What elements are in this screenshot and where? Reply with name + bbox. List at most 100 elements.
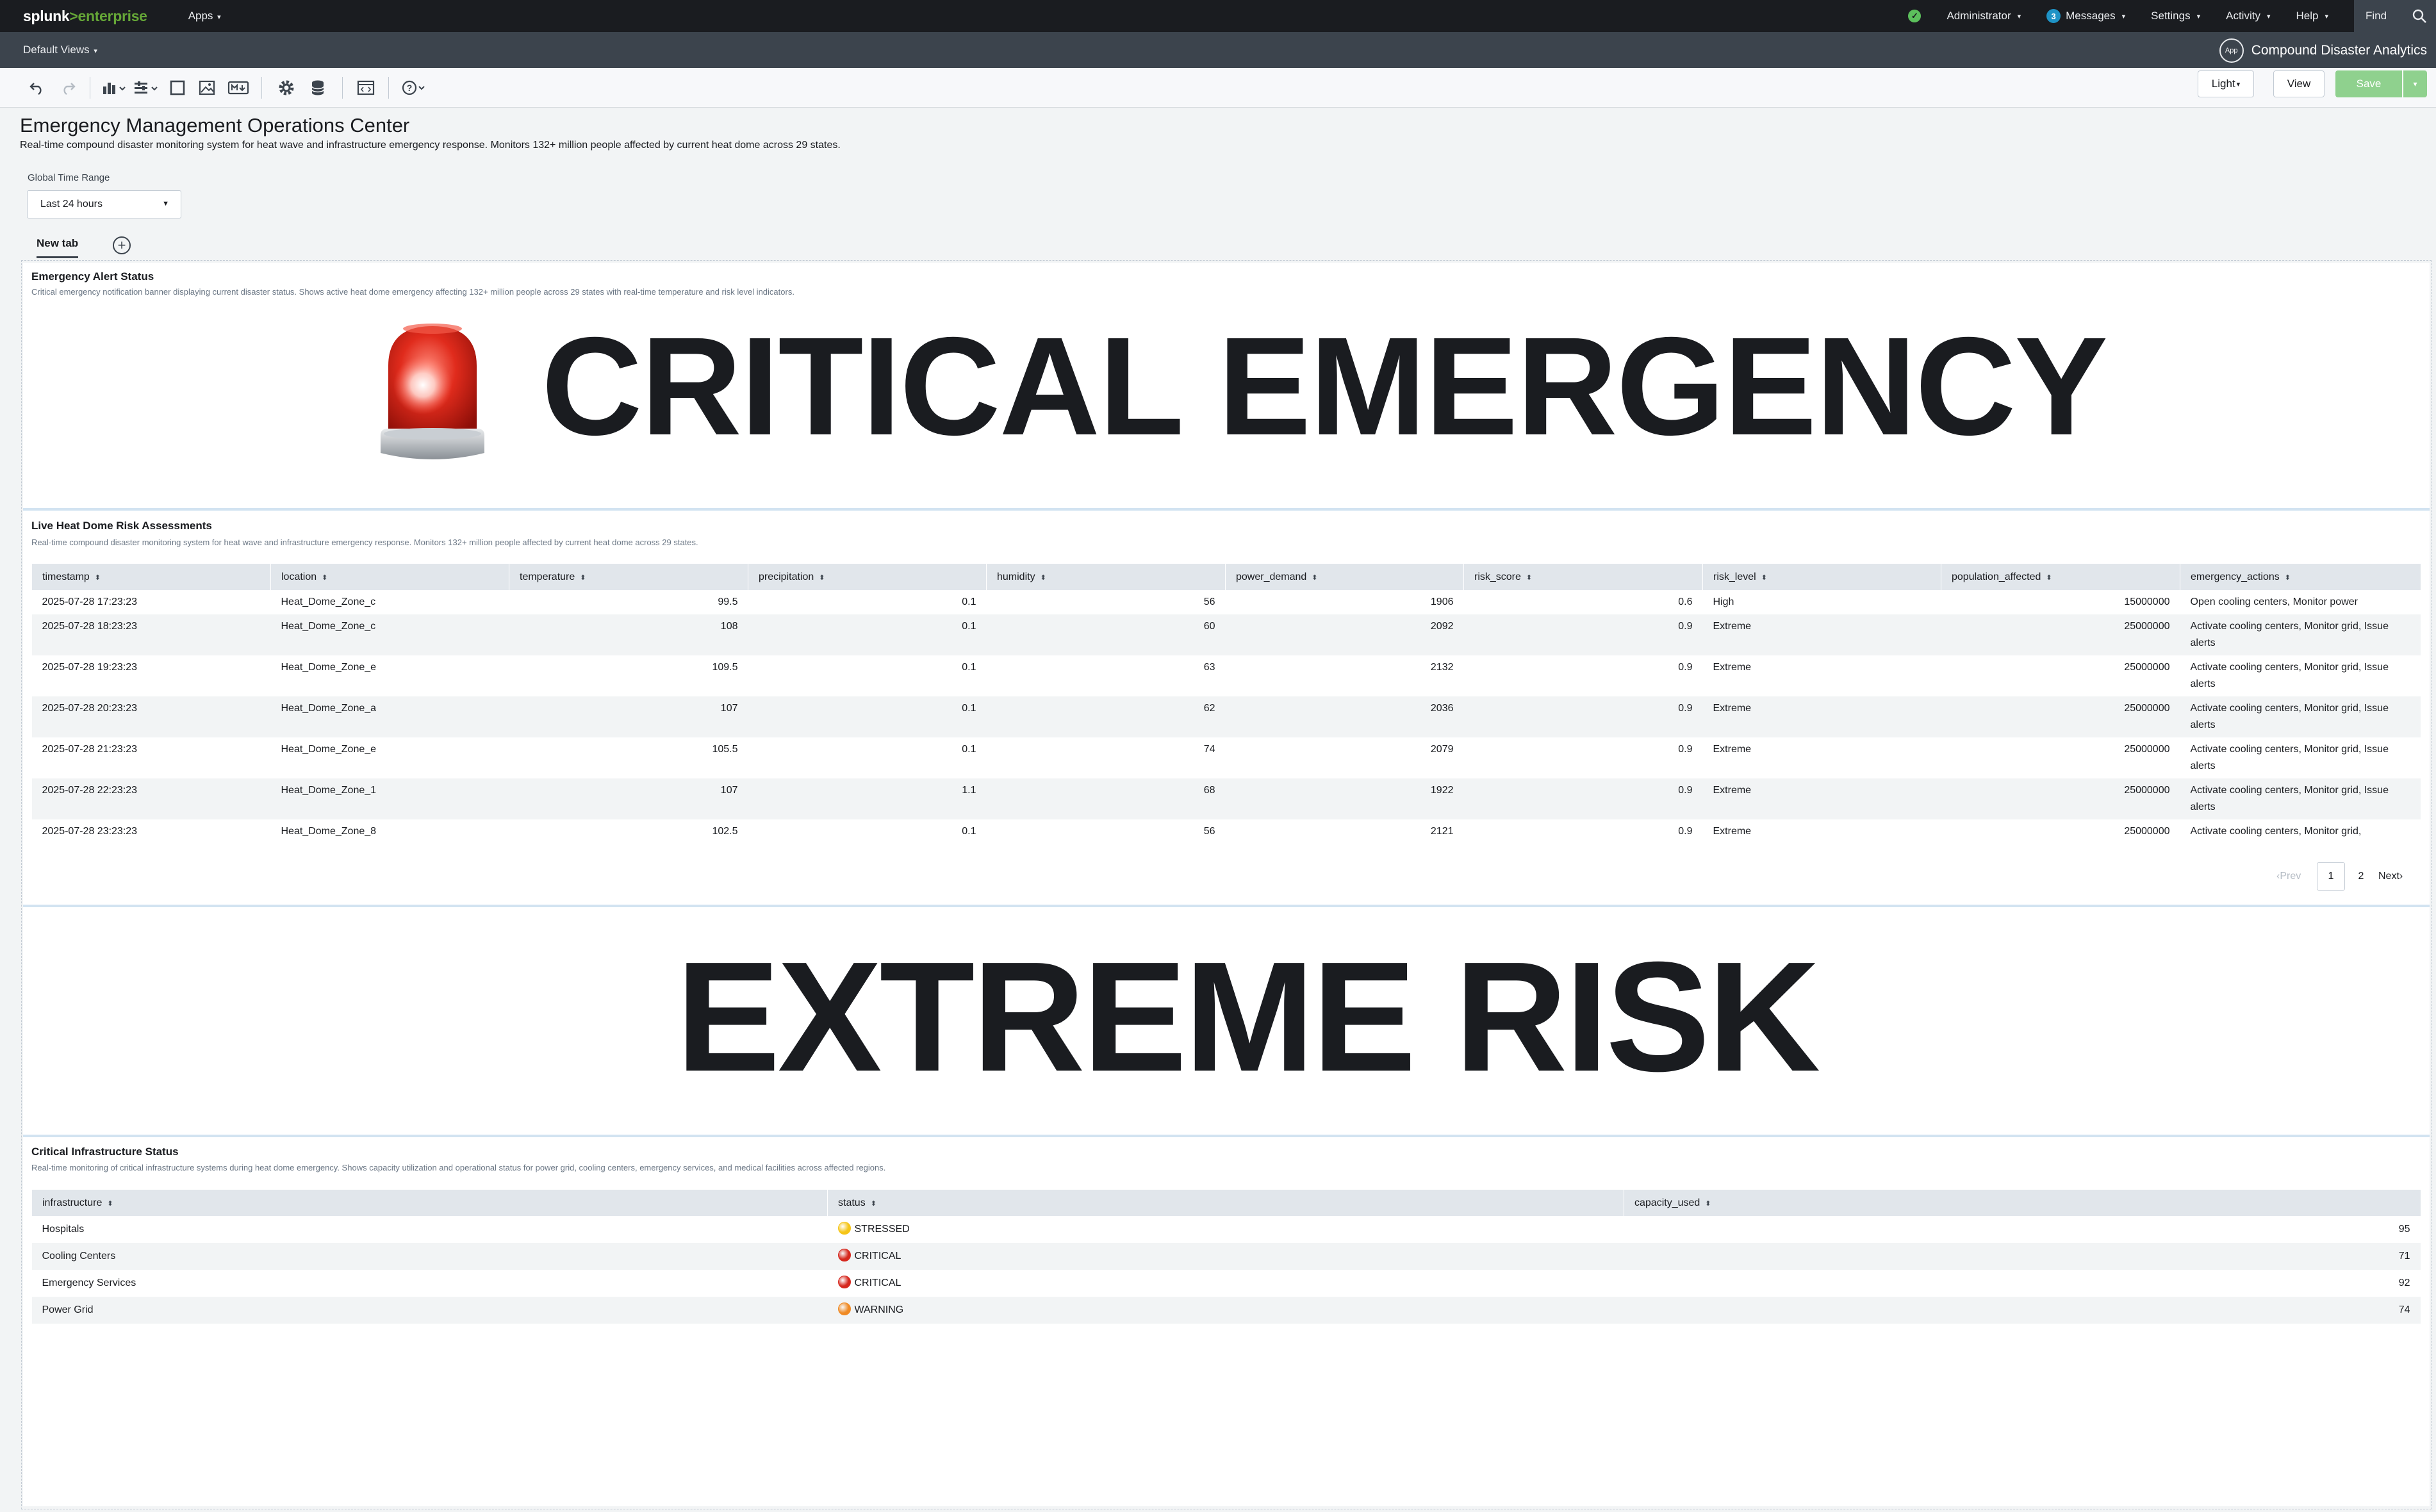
svg-text:?: ? <box>407 83 413 93</box>
column-header-power-demand[interactable]: power_demand ⬍ <box>1225 564 1464 590</box>
table-row[interactable]: Hospitals STRESSED 95 <box>32 1216 2421 1243</box>
save-options-dropdown[interactable]: ▾ <box>2403 70 2427 97</box>
search-icon[interactable] <box>2412 8 2427 24</box>
default-views-menu[interactable]: Default Views ▾ <box>23 44 97 56</box>
chevron-down-icon: ▾ <box>217 13 221 21</box>
chevron-down-icon: ▾ <box>2236 80 2241 88</box>
cell-risk-level: Extreme <box>1702 614 1941 655</box>
administrator-menu[interactable]: Administrator ▾ <box>1946 10 2021 22</box>
sort-icon[interactable]: ⬍ <box>95 574 101 582</box>
risk-assessments-table: timestamp ⬍ location ⬍ temperature ⬍ precipita… <box>31 564 2421 844</box>
time-range-label: Global Time Range <box>28 172 110 183</box>
cell-risk-score: 0.9 <box>1678 662 1693 673</box>
cell-timestamp: 2025-07-28 18:23:23 <box>31 614 271 655</box>
sort-icon[interactable]: ⬍ <box>2046 574 2052 582</box>
cell-humidity: 68 <box>986 778 1226 819</box>
sort-icon[interactable]: ⬍ <box>107 1200 113 1208</box>
view-button[interactable]: View <box>2273 70 2325 97</box>
cell-emergency-actions: Activate cooling centers, Monitor grid, … <box>2180 614 2421 655</box>
add-chart-icon[interactable] <box>99 77 130 99</box>
splunk-logo[interactable]: splunk>enterprise <box>23 8 147 25</box>
cell-infrastructure: Emergency Services <box>42 1278 136 1288</box>
gear-icon[interactable] <box>274 77 299 99</box>
column-header-label: status <box>838 1197 866 1208</box>
apps-menu[interactable]: Apps ▾ <box>188 10 221 22</box>
table-row[interactable]: 2025-07-28 17:23:23 Heat_Dome_Zone_c 99.5 0… <box>32 590 2421 614</box>
column-header-label: location <box>281 571 317 582</box>
data-sources-icon[interactable] <box>306 77 329 99</box>
sort-icon[interactable]: ⬍ <box>322 574 327 582</box>
column-header-status[interactable]: status ⬍ <box>827 1190 1624 1216</box>
column-header-precipitation[interactable]: precipitation ⬍ <box>748 564 987 590</box>
theme-light-dropdown[interactable]: Light ▾ <box>2198 70 2254 97</box>
sort-icon[interactable]: ⬍ <box>819 574 825 582</box>
column-header-location[interactable]: location ⬍ <box>270 564 509 590</box>
cell-risk-level: High <box>1713 596 1734 607</box>
health-status[interactable]: ✓ <box>1908 10 1922 22</box>
column-header-capacity-used[interactable]: capacity_used ⬍ <box>1624 1190 2421 1216</box>
settings-menu[interactable]: Settings ▾ <box>2151 10 2200 22</box>
column-header-emergency-actions[interactable]: emergency_actions ⬍ <box>2180 564 2421 590</box>
pagination-prev[interactable]: ‹ Prev <box>2276 862 2301 891</box>
column-header-temperature[interactable]: temperature ⬍ <box>509 564 748 590</box>
add-input-icon[interactable] <box>131 77 162 99</box>
table-row[interactable]: 2025-07-28 19:23:23 Heat_Dome_Zone_e 109.5… <box>32 655 2421 696</box>
column-header-risk-level[interactable]: risk_level ⬍ <box>1702 564 1941 590</box>
cell-humidity: 56 <box>1203 596 1215 607</box>
undo-icon[interactable] <box>26 77 49 99</box>
column-header-risk-score[interactable]: risk_score ⬍ <box>1463 564 1703 590</box>
sort-icon[interactable]: ⬍ <box>1705 1200 1711 1208</box>
time-range-value: Last 24 hours <box>40 199 103 210</box>
add-panel-icon[interactable] <box>167 77 188 99</box>
column-header-timestamp[interactable]: timestamp ⬍ <box>31 564 271 590</box>
pagination-page-1[interactable]: 1 <box>2317 862 2345 891</box>
find-input[interactable]: Find <box>2354 0 2436 32</box>
table-row[interactable]: 2025-07-28 22:23:23 Heat_Dome_Zone_1 107 1.… <box>31 778 2421 819</box>
toolbar-divider <box>388 77 389 99</box>
settings-label: Settings <box>2151 10 2191 22</box>
sort-icon[interactable]: ⬍ <box>871 1200 876 1208</box>
cell-risk-level: Extreme <box>1713 744 1752 755</box>
cell-humidity: 56 <box>1203 826 1215 837</box>
source-code-icon[interactable] <box>354 77 378 99</box>
table-row[interactable]: Cooling Centers CRITICAL 71 <box>31 1243 2421 1270</box>
status-circle-icon <box>837 1302 851 1315</box>
sort-icon[interactable]: ⬍ <box>1041 574 1046 582</box>
table-row[interactable]: Power Grid WARNING 74 <box>31 1297 2421 1324</box>
add-tab-icon[interactable]: + <box>113 236 131 254</box>
pagination-next[interactable]: Next › <box>2378 862 2403 891</box>
table-row[interactable]: 2025-07-28 21:23:23 Heat_Dome_Zone_e 105.5… <box>32 737 2421 778</box>
tab-new-tab[interactable]: New tab <box>37 237 79 258</box>
add-image-icon[interactable] <box>196 77 218 99</box>
cell-population-affected: 25000000 <box>1941 778 2180 819</box>
dashboard-title: Emergency Management Operations Center <box>20 114 410 136</box>
table-row[interactable]: Emergency Services CRITICAL 92 <box>32 1270 2421 1297</box>
sort-icon[interactable]: ⬍ <box>1761 574 1767 582</box>
cell-humidity: 60 <box>986 614 1226 655</box>
column-header-population-affected[interactable]: population_affected ⬍ <box>1941 564 2180 590</box>
help-menu[interactable]: Help ▾ <box>2296 10 2329 22</box>
cell-humidity: 63 <box>1203 662 1215 673</box>
cell-temperature: 105.5 <box>712 744 738 755</box>
redo-icon[interactable] <box>56 77 79 99</box>
pagination-page-2[interactable]: 2 <box>2350 862 2372 891</box>
column-header-humidity[interactable]: humidity ⬍ <box>986 564 1226 590</box>
sort-icon[interactable]: ⬍ <box>2285 574 2291 582</box>
cell-infrastructure: Power Grid <box>31 1297 828 1324</box>
table-row[interactable]: 2025-07-28 20:23:23 Heat_Dome_Zone_a 107 0.… <box>31 696 2421 737</box>
column-header-infrastructure[interactable]: infrastructure ⬍ <box>31 1190 828 1216</box>
sort-icon[interactable]: ⬍ <box>1526 574 1532 582</box>
time-range-picker[interactable]: Last 24 hours ▼ <box>27 190 181 218</box>
activity-menu[interactable]: Activity ▾ <box>2226 10 2270 22</box>
logo-text: splunk <box>23 7 70 24</box>
save-button[interactable]: Save <box>2335 70 2402 97</box>
sort-icon[interactable]: ⬍ <box>580 574 586 582</box>
table-row[interactable]: 2025-07-28 18:23:23 Heat_Dome_Zone_c 108 0.… <box>31 614 2421 655</box>
table-row[interactable]: 2025-07-28 23:23:23 Heat_Dome_Zone_8 102.5… <box>32 819 2421 844</box>
add-markdown-icon[interactable] <box>226 77 251 99</box>
logo-product-text: >enterprise <box>69 7 147 24</box>
messages-menu[interactable]: 3 Messages ▾ <box>2046 9 2125 23</box>
sort-icon[interactable]: ⬍ <box>1312 574 1317 582</box>
help-icon[interactable]: ? <box>400 77 429 99</box>
status-text: CRITICAL <box>854 1251 901 1261</box>
